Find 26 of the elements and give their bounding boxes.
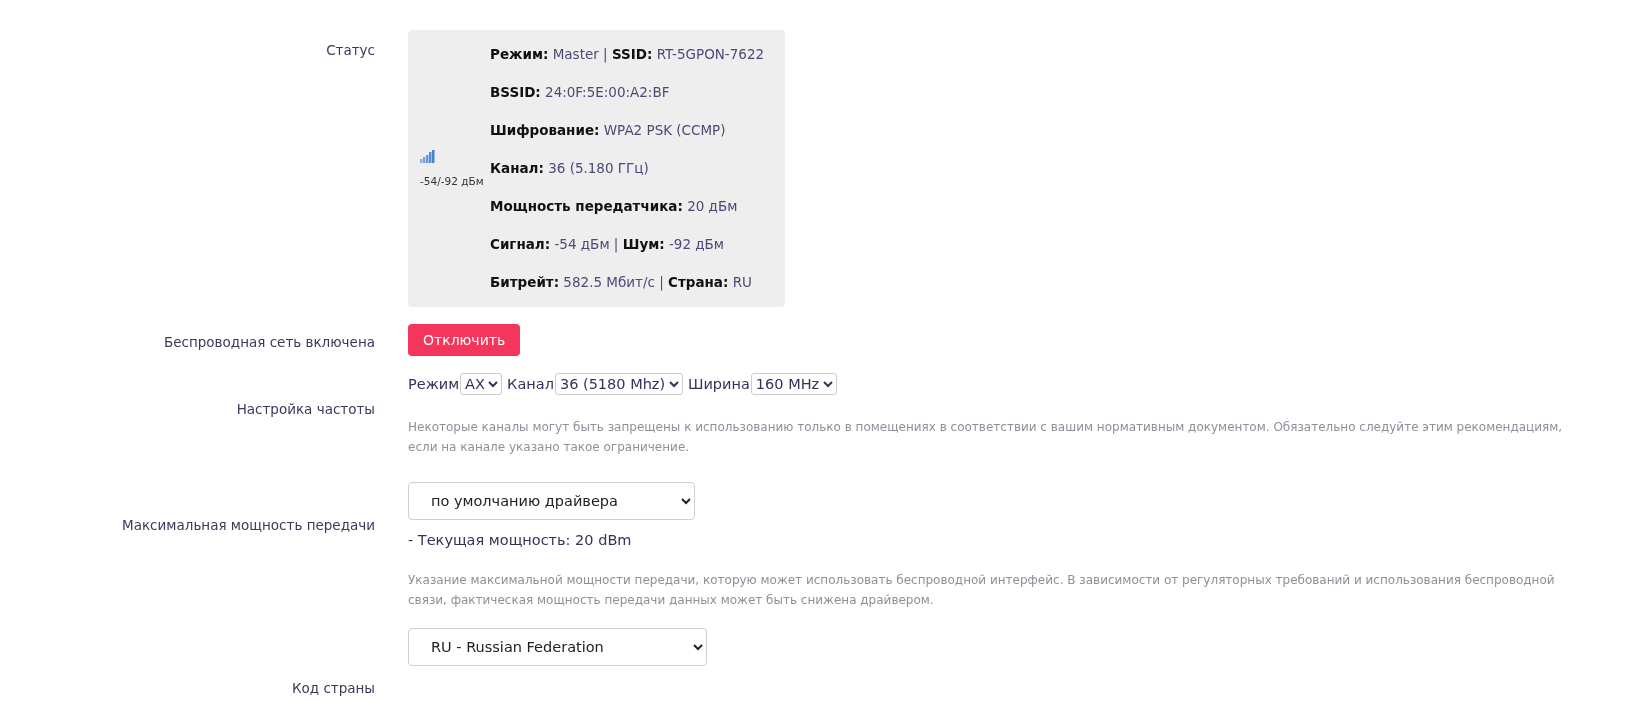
signal-bars-icon bbox=[420, 150, 435, 163]
txpower-label: Максимальная мощность передачи bbox=[122, 517, 375, 533]
status-line: Канал: 36 (5.180 ГГц) bbox=[490, 159, 650, 178]
status-line: Битрейт: 582.5 Мбит/с | Страна: RU bbox=[490, 273, 753, 293]
signal-reading: -54/-92 дБм bbox=[420, 175, 484, 187]
country-dropdown[interactable]: RU - Russian Federation bbox=[408, 628, 707, 666]
status-line: Шифрование: WPA2 PSK (CCMP) bbox=[490, 121, 727, 140]
help-text: Указание максимальной мощности передачи, которую может использовать беспроводной интерфейс. В зависимости от регуляторных требований и использования беспроводной связи, фактическая мощность передачи данных может быть снижена драйвером. bbox=[408, 572, 1556, 609]
field-label: Ширина bbox=[687, 376, 750, 392]
dropdown[interactable]: AX bbox=[460, 373, 503, 395]
status-line: Режим: Master | SSID: RT-5GPON-7622 bbox=[490, 45, 765, 65]
current-power-text: - Текущая мощность: 20 dBm bbox=[408, 532, 633, 548]
status-line: Сигнал: -54 дБм | Шум: -92 дБм bbox=[490, 235, 726, 255]
wireless-label: Беспроводная сеть включена bbox=[163, 334, 375, 350]
frequency-label: Настройка частоты bbox=[236, 401, 375, 417]
help-text: Некоторые каналы могут быть запрещены к использованию только в помещениях в соответствии с вашим нормативным документом. Обязательно следуйте этим рекомендациям, если на канале указано такое ограничение. bbox=[408, 419, 1564, 456]
dropdown[interactable]: 36 (5180 Mhz) bbox=[554, 373, 683, 395]
txpower-dropdown[interactable]: по умолчанию драйвера bbox=[408, 482, 695, 520]
field-label: Канал bbox=[507, 376, 554, 392]
dropdown[interactable]: 160 MHz bbox=[750, 373, 837, 395]
status-line: BSSID: 24:0F:5E:00:A2:BF bbox=[490, 83, 671, 102]
disable-button[interactable]: Отключить bbox=[408, 324, 521, 356]
status-line: Мощность передатчика: 20 дБм bbox=[490, 197, 739, 216]
country-label: Код страны bbox=[291, 680, 375, 696]
status-label: Статус bbox=[326, 42, 375, 58]
field-label: Режим bbox=[408, 376, 460, 392]
